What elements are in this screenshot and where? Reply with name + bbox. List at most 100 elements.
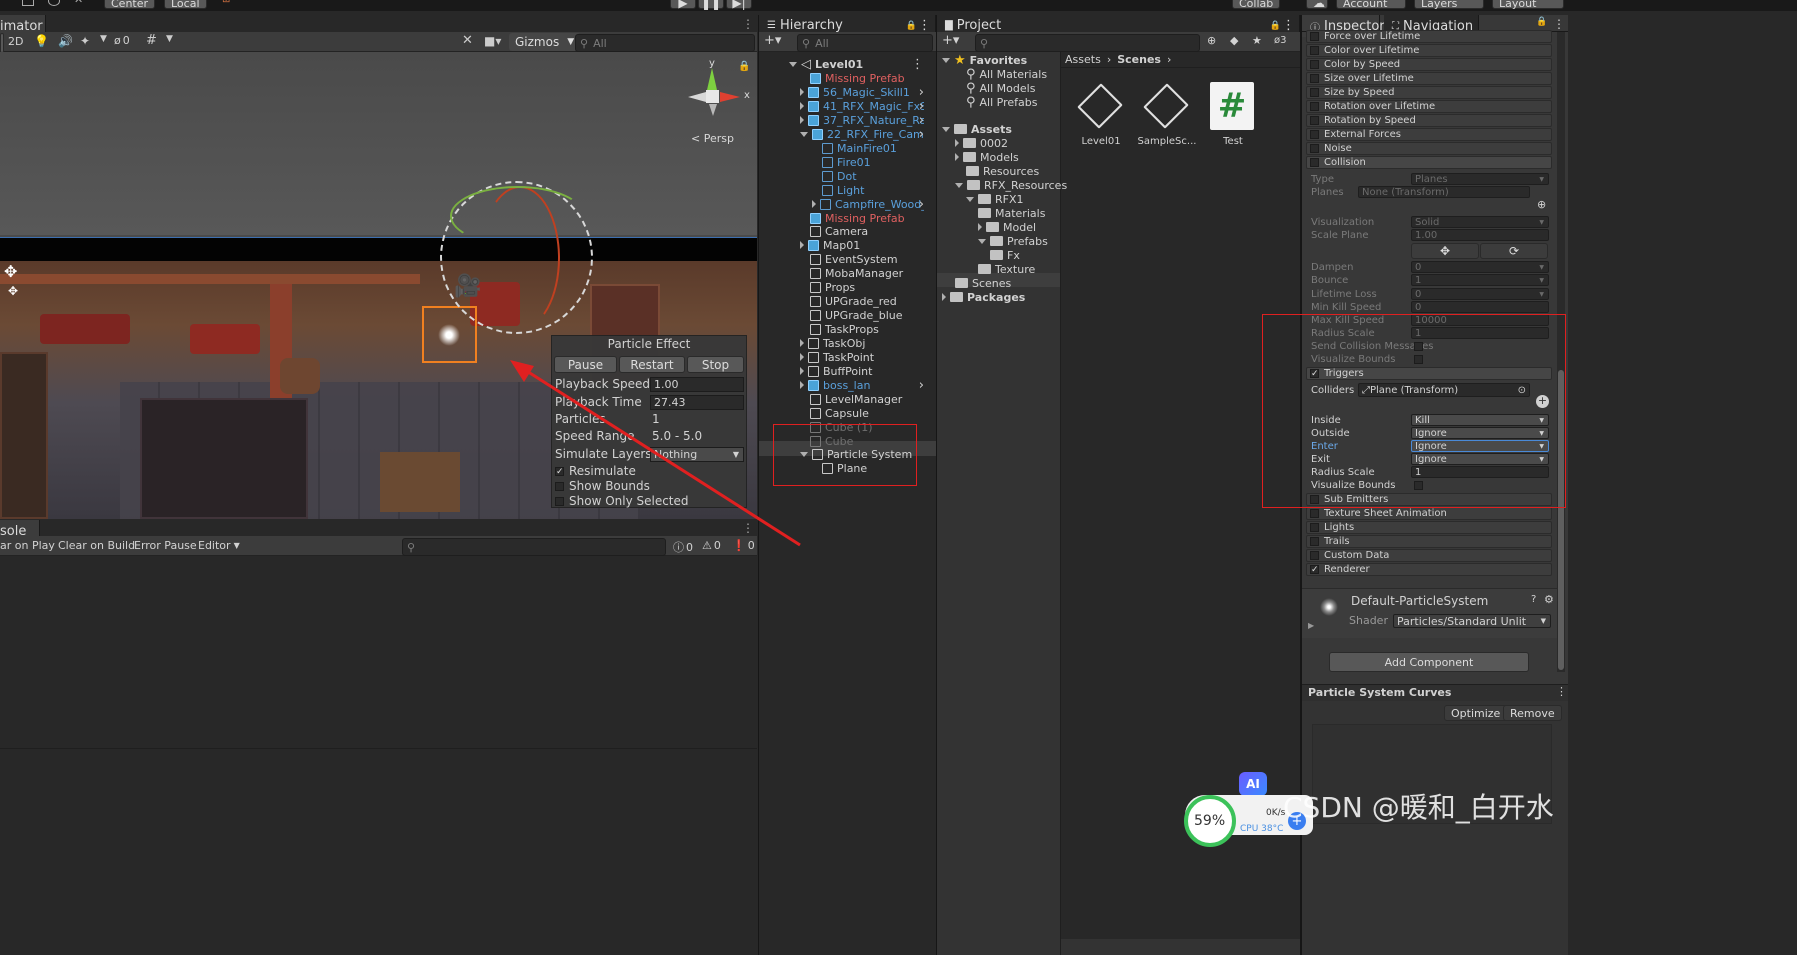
pivot-local-button[interactable]: Local <box>164 0 207 10</box>
project-file[interactable]: # Test <box>1208 80 1258 150</box>
checkbox-icon[interactable] <box>1310 158 1319 167</box>
checkbox-icon[interactable] <box>1310 537 1319 546</box>
favorite-icon[interactable]: ★ <box>1252 34 1262 47</box>
module-header[interactable]: Color over Lifetime <box>1306 44 1552 57</box>
grid-dropdown-icon[interactable]: ▼ <box>166 34 173 44</box>
inspector-menu-icon[interactable]: ⋮ <box>1553 17 1565 31</box>
checkbox-icon[interactable] <box>1310 32 1319 41</box>
checkbox-icon[interactable] <box>1310 102 1319 111</box>
effects-dropdown-icon[interactable]: ▼ <box>100 34 107 44</box>
checkbox-icon[interactable] <box>1310 523 1319 532</box>
expand-right-icon[interactable] <box>800 339 804 347</box>
expand-right-icon[interactable] <box>812 200 816 208</box>
curves-menu-icon[interactable]: ⋮ <box>1556 685 1567 698</box>
optimize-button[interactable]: Optimize <box>1444 705 1508 721</box>
checkbox-icon[interactable] <box>1310 74 1319 83</box>
property-field[interactable]: 0 ▼ <box>1411 288 1549 300</box>
transform-tool-icon[interactable]: ✕ <box>74 0 83 5</box>
camera-icon[interactable]: ■▾ <box>484 34 501 48</box>
property-field[interactable]: Solid ▼ <box>1411 216 1549 228</box>
module-header[interactable]: Rotation over Lifetime <box>1306 100 1552 113</box>
rotate-plane-button[interactable]: ⟳ <box>1480 243 1548 259</box>
tools-icon[interactable]: ✕ <box>462 33 473 48</box>
rotate-tool-icon[interactable] <box>48 0 60 6</box>
expand-right-icon[interactable] <box>955 153 959 161</box>
remove-button[interactable]: Remove <box>1503 705 1562 721</box>
audio-icon[interactable]: 🔊 <box>58 34 73 48</box>
shading-mode-dropdown[interactable] <box>0 33 4 53</box>
project-file[interactable]: Level01 <box>1076 80 1126 150</box>
expand-right-icon[interactable] <box>942 293 946 301</box>
expand-down-icon[interactable] <box>789 61 797 67</box>
filter-label-icon[interactable]: ◆ <box>1230 34 1238 47</box>
checkbox-icon[interactable] <box>1310 509 1319 518</box>
checkbox-icon[interactable] <box>1310 144 1319 153</box>
center-cube[interactable] <box>706 90 719 103</box>
persp-label[interactable]: < Persp <box>691 132 734 145</box>
expand-right-icon[interactable] <box>800 102 804 110</box>
hierarchy-add-button[interactable]: +▾ <box>764 33 781 48</box>
module-header[interactable]: Lights <box>1306 521 1552 534</box>
help-icon[interactable]: ? <box>1531 594 1536 605</box>
error-pause-toggle[interactable]: Error Pause <box>134 539 197 552</box>
property-field[interactable]: 1.00 <box>1411 229 1549 241</box>
expand-right-icon[interactable] <box>800 241 804 249</box>
lock-icon[interactable]: 🔒 <box>906 21 917 31</box>
lock-icon[interactable]: 🔒 <box>738 61 750 72</box>
module-header[interactable]: Color by Speed <box>1306 58 1552 71</box>
hierarchy-search-input[interactable]: ⚲ All <box>797 34 933 52</box>
expand-right-icon[interactable] <box>800 88 804 96</box>
clear-on-build-toggle[interactable]: Clear on Build <box>58 539 135 552</box>
neg-y-cone[interactable] <box>709 104 717 116</box>
rotation-gizmo-green[interactable] <box>450 186 585 246</box>
checkbox-icon[interactable] <box>1310 130 1319 139</box>
layers-dropdown[interactable]: Layers <box>1414 0 1484 10</box>
move-gizmo-icon[interactable]: ✥ <box>4 262 17 281</box>
gizmos-dropdown[interactable]: Gizmos ▼ <box>509 33 581 51</box>
module-header[interactable]: Texture Sheet Animation <box>1306 507 1552 520</box>
property-field[interactable]: 1 ▼ <box>1411 274 1549 286</box>
2d-toggle[interactable]: 2D <box>8 35 23 48</box>
expand-down-icon[interactable] <box>942 57 950 63</box>
scene-menu-icon[interactable]: ⋮ <box>742 17 754 31</box>
hidden-packages-count[interactable]: ø3 <box>1274 35 1287 46</box>
project-search-input[interactable]: ⚲ <box>975 34 1200 52</box>
checkbox-icon[interactable] <box>1310 116 1319 125</box>
x-axis-cone[interactable] <box>720 92 740 102</box>
module-header[interactable]: Collision <box>1306 156 1552 169</box>
grid-icon[interactable]: # <box>146 33 157 48</box>
grid-snap-icon[interactable]: ⊞ <box>222 0 230 5</box>
collab-button[interactable]: Collab <box>1232 0 1281 10</box>
checkbox-checked-icon[interactable]: ✓ <box>1310 565 1319 575</box>
filter-type-icon[interactable]: ⊕ <box>1207 34 1216 47</box>
expand-down-icon[interactable] <box>966 196 974 202</box>
project-add-button[interactable]: +▾ <box>942 33 959 48</box>
clear-on-play-toggle[interactable]: ar on Play <box>0 539 55 552</box>
module-header[interactable]: Trails <box>1306 535 1552 548</box>
hidden-objects-toggle[interactable]: ø0 <box>114 34 130 47</box>
editor-dropdown[interactable]: Editor ▼ <box>198 539 240 552</box>
move-plane-button[interactable]: ✥ <box>1411 243 1479 259</box>
module-header[interactable]: ✓ Renderer <box>1306 563 1552 576</box>
menu-icon[interactable]: ⋮ <box>1282 18 1295 33</box>
module-header[interactable]: Custom Data <box>1306 549 1552 562</box>
project-tree-item[interactable]: Packages <box>942 289 1025 305</box>
pivot-center-button[interactable]: Center <box>104 0 156 10</box>
property-field[interactable]: Planes ▼ <box>1411 173 1549 185</box>
checkbox-icon[interactable] <box>1310 551 1319 560</box>
module-header[interactable]: Size by Speed <box>1306 86 1552 99</box>
ai-badge[interactable]: AI <box>1239 772 1267 796</box>
module-header[interactable]: Rotation by Speed <box>1306 114 1552 127</box>
property-field[interactable]: None (Transform) <box>1358 186 1530 198</box>
expand-right-icon[interactable] <box>955 139 959 147</box>
lock-icon[interactable]: 🔒 <box>1270 21 1281 31</box>
account-dropdown[interactable]: Account <box>1336 0 1406 10</box>
checkbox-icon[interactable] <box>1310 46 1319 55</box>
module-header[interactable]: External Forces <box>1306 128 1552 141</box>
expand-down-icon[interactable] <box>955 182 963 188</box>
scene-search-input[interactable]: ⚲ All <box>575 34 755 52</box>
project-file[interactable]: SampleSc... <box>1138 80 1196 150</box>
shader-dropdown[interactable]: Particles/Standard Unlit ▼ <box>1393 614 1551 628</box>
expand-down-icon[interactable] <box>942 126 950 132</box>
layout-dropdown[interactable]: Layout <box>1492 0 1564 10</box>
